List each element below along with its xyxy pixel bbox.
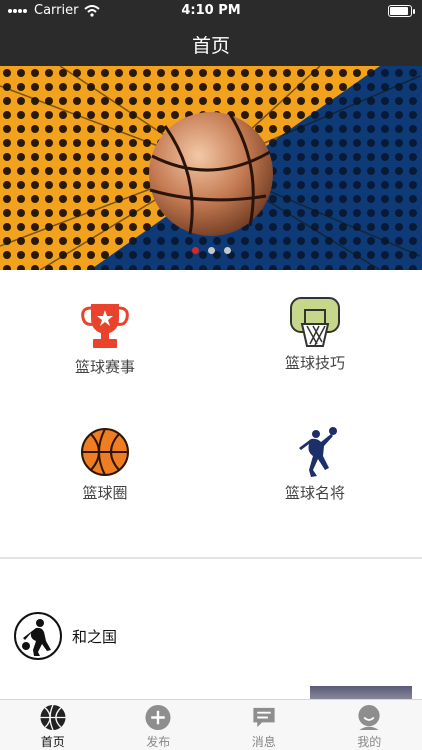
menu-item-label: 篮球名将 (284, 484, 345, 502)
battery-icon (388, 5, 415, 17)
basketball-player-icon (299, 427, 337, 477)
tab-messages[interactable]: 消息 (211, 700, 317, 750)
message-icon (253, 707, 275, 728)
basketball-icon (81, 428, 129, 476)
page-dot[interactable] (191, 247, 199, 254)
avatar[interactable] (14, 612, 62, 660)
basketball-banner-image (0, 66, 422, 270)
tab-publish[interactable]: 发布 (106, 700, 212, 750)
tab-label: 发布 (146, 735, 171, 749)
section-divider (0, 557, 422, 559)
basketball-player-icon (22, 619, 51, 656)
menu-item-basketball-skills[interactable]: 篮球技巧 (235, 296, 395, 373)
menu-item-basketball-events[interactable]: 篮球赛事 (25, 300, 185, 377)
page-dot[interactable] (207, 247, 215, 254)
menu-item-label: 篮球圈 (82, 484, 128, 502)
banner-carousel[interactable] (0, 66, 422, 270)
carousel-page-indicator[interactable] (0, 247, 422, 254)
page-dot[interactable] (223, 247, 231, 254)
menu-item-label: 篮球赛事 (74, 358, 135, 376)
post-author-name[interactable]: 和之国 (72, 626, 117, 647)
basketball-hoop-icon (290, 297, 340, 347)
page-title: 首页 (191, 35, 230, 57)
tab-profile[interactable]: 我的 (317, 700, 422, 750)
plus-circle-icon (145, 704, 171, 731)
post-header[interactable]: 和之国 (14, 612, 117, 660)
menu-item-label: 篮球技巧 (284, 354, 345, 372)
tab-bar: 首页 发布 消息 我的 (0, 699, 422, 750)
menu-item-basketball-circle[interactable]: 篮球圈 (25, 426, 185, 503)
menu-item-basketball-stars[interactable]: 篮球名将 (235, 426, 395, 503)
tab-label: 首页 (40, 735, 65, 749)
status-bar: Carrier 4:10 PM (0, 0, 422, 22)
user-icon (358, 704, 380, 731)
basketball-icon (40, 704, 66, 731)
nav-bar: 首页 (0, 22, 422, 66)
tab-home[interactable]: 首页 (0, 700, 106, 750)
tab-label: 消息 (251, 735, 276, 749)
trophy-icon (81, 304, 129, 348)
status-time: 4:10 PM (181, 3, 241, 18)
tab-label: 我的 (357, 735, 382, 749)
